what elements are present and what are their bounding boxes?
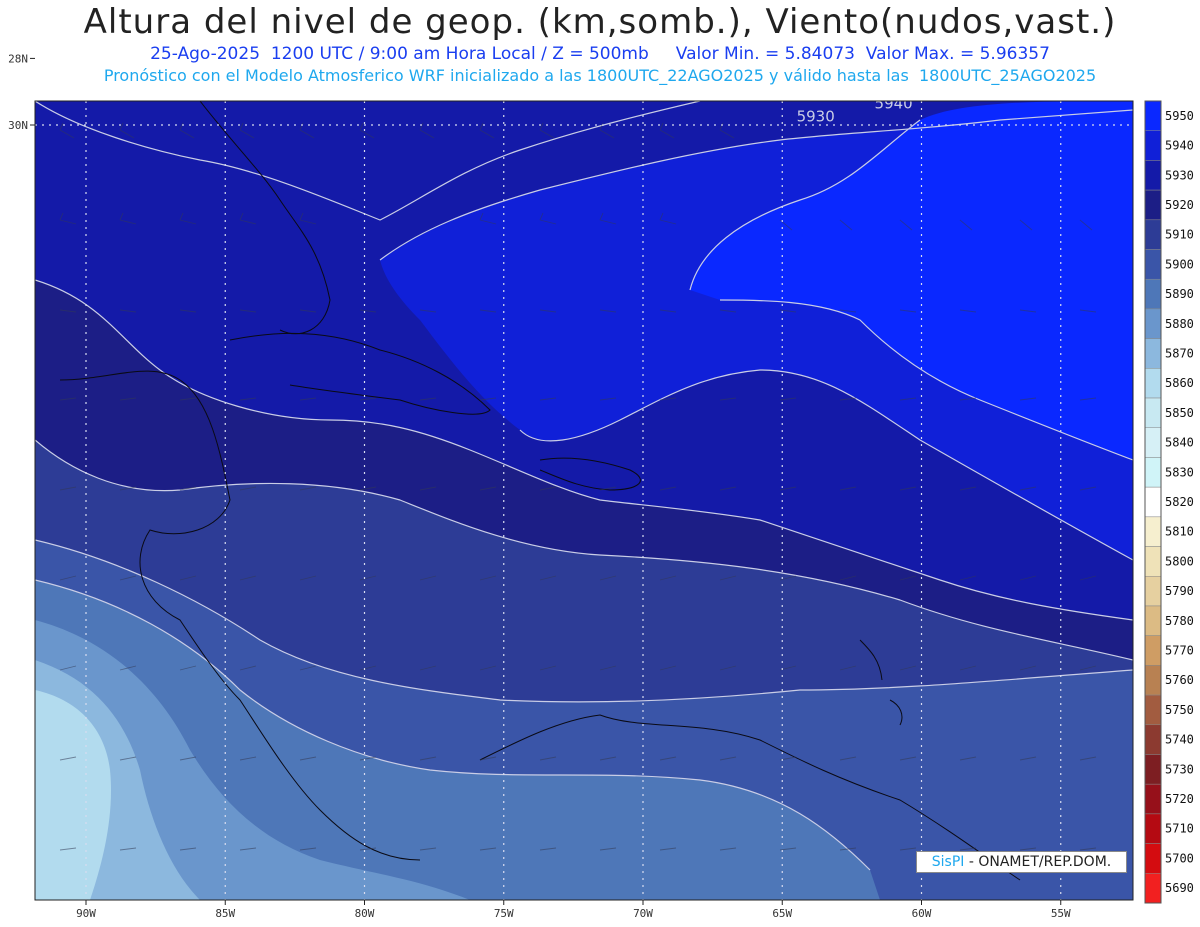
lon-tick-label: 85W bbox=[215, 907, 235, 920]
colorbar-swatch bbox=[1144, 189, 1162, 221]
colorbar-label: 5900 bbox=[1165, 257, 1194, 271]
colorbar-swatch bbox=[1144, 160, 1162, 191]
map-figure: 5930594059105920593059305920593059105910… bbox=[8, 0, 1194, 920]
colorbar-swatch bbox=[1144, 873, 1162, 904]
colorbar-swatch bbox=[1144, 100, 1162, 131]
colorbar-swatch bbox=[1144, 308, 1162, 339]
colorbar-swatch bbox=[1144, 486, 1162, 518]
colorbar-label: 5740 bbox=[1165, 733, 1194, 747]
lon-tick-label: 70W bbox=[633, 907, 653, 920]
colorbar-label: 5770 bbox=[1165, 644, 1194, 658]
colorbar-label: 5850 bbox=[1165, 406, 1194, 420]
colorbar-swatch bbox=[1144, 546, 1162, 577]
colorbar-swatch bbox=[1144, 278, 1162, 310]
colorbar-label: 5820 bbox=[1165, 495, 1194, 509]
colorbar-swatch bbox=[1144, 605, 1162, 636]
contour-label: 5930 bbox=[797, 108, 835, 126]
credit-text: - ONAMET/REP.DOM. bbox=[964, 854, 1112, 870]
lon-tick-label: 80W bbox=[355, 907, 375, 920]
colorbar-swatch bbox=[1144, 694, 1162, 726]
colorbar: 5950 5940 5930 5920 5910 5900 5890 5880 5870 5860… bbox=[1144, 100, 1194, 904]
colorbar-label: 5700 bbox=[1165, 851, 1194, 865]
colorbar-label: 5880 bbox=[1165, 317, 1194, 331]
lat-tick-label: 30N bbox=[8, 119, 28, 132]
credit-box: SisPI - ONAMET/REP.DOM. bbox=[916, 851, 1127, 873]
lon-tick-label: 55W bbox=[1051, 907, 1071, 920]
colorbar-swatch bbox=[1144, 219, 1162, 250]
colorbar-label: 5830 bbox=[1165, 465, 1194, 479]
colorbar-swatch bbox=[1144, 130, 1162, 161]
colorbar-label: 5860 bbox=[1165, 376, 1194, 390]
colorbar-swatch bbox=[1144, 427, 1162, 458]
colorbar-label: 5950 bbox=[1165, 109, 1194, 123]
colorbar-label: 5730 bbox=[1165, 762, 1194, 776]
colorbar-label: 5890 bbox=[1165, 287, 1194, 301]
colorbar-label: 5690 bbox=[1165, 881, 1194, 895]
contour-label: 5910 bbox=[237, 64, 275, 82]
contour-label: 5920 bbox=[312, 18, 350, 36]
colorbar-swatch bbox=[1144, 843, 1162, 874]
colorbar-label: 5790 bbox=[1165, 584, 1194, 598]
colorbar-label: 5750 bbox=[1165, 703, 1194, 717]
colorbar-swatch bbox=[1144, 576, 1162, 607]
colorbar-label: 5940 bbox=[1165, 139, 1194, 153]
lon-tick-label: 65W bbox=[772, 907, 792, 920]
colorbar-swatch bbox=[1144, 783, 1162, 815]
colorbar-swatch bbox=[1144, 635, 1162, 666]
lat-tick-label: 28N bbox=[8, 52, 28, 65]
contour-label: 5930 bbox=[518, 0, 556, 12]
colorbar-swatch bbox=[1144, 457, 1162, 488]
map-area: 5930594059105920593059305920593059105910… bbox=[35, 0, 1133, 900]
colorbar-label: 5780 bbox=[1165, 614, 1194, 628]
colorbar-label: 5710 bbox=[1165, 822, 1194, 836]
lon-tick-label: 75W bbox=[494, 907, 514, 920]
colorbar-label: 5720 bbox=[1165, 792, 1194, 806]
colorbar-swatch bbox=[1144, 665, 1162, 696]
colorbar-label: 5800 bbox=[1165, 554, 1194, 568]
colorbar-label: 5840 bbox=[1165, 436, 1194, 450]
colorbar-label: 5870 bbox=[1165, 346, 1194, 360]
credit-brand: SisPI bbox=[931, 854, 965, 870]
lon-tick-label: 90W bbox=[76, 907, 96, 920]
colorbar-swatch bbox=[1144, 724, 1162, 755]
colorbar-swatch bbox=[1144, 813, 1162, 844]
lon-tick-label: 60W bbox=[912, 907, 932, 920]
colorbar-label: 5810 bbox=[1165, 525, 1194, 539]
contour-label: 5940 bbox=[875, 94, 913, 112]
colorbar-label: 5760 bbox=[1165, 673, 1194, 687]
colorbar-swatch bbox=[1144, 397, 1162, 428]
colorbar-swatch bbox=[1144, 338, 1162, 369]
colorbar-label: 5930 bbox=[1165, 168, 1194, 182]
colorbar-label: 5920 bbox=[1165, 198, 1194, 212]
colorbar-label: 5910 bbox=[1165, 228, 1194, 242]
colorbar-swatch bbox=[1144, 368, 1162, 399]
colorbar-swatch bbox=[1144, 249, 1162, 280]
colorbar-swatch bbox=[1144, 754, 1162, 785]
colorbar-swatch bbox=[1144, 516, 1162, 547]
